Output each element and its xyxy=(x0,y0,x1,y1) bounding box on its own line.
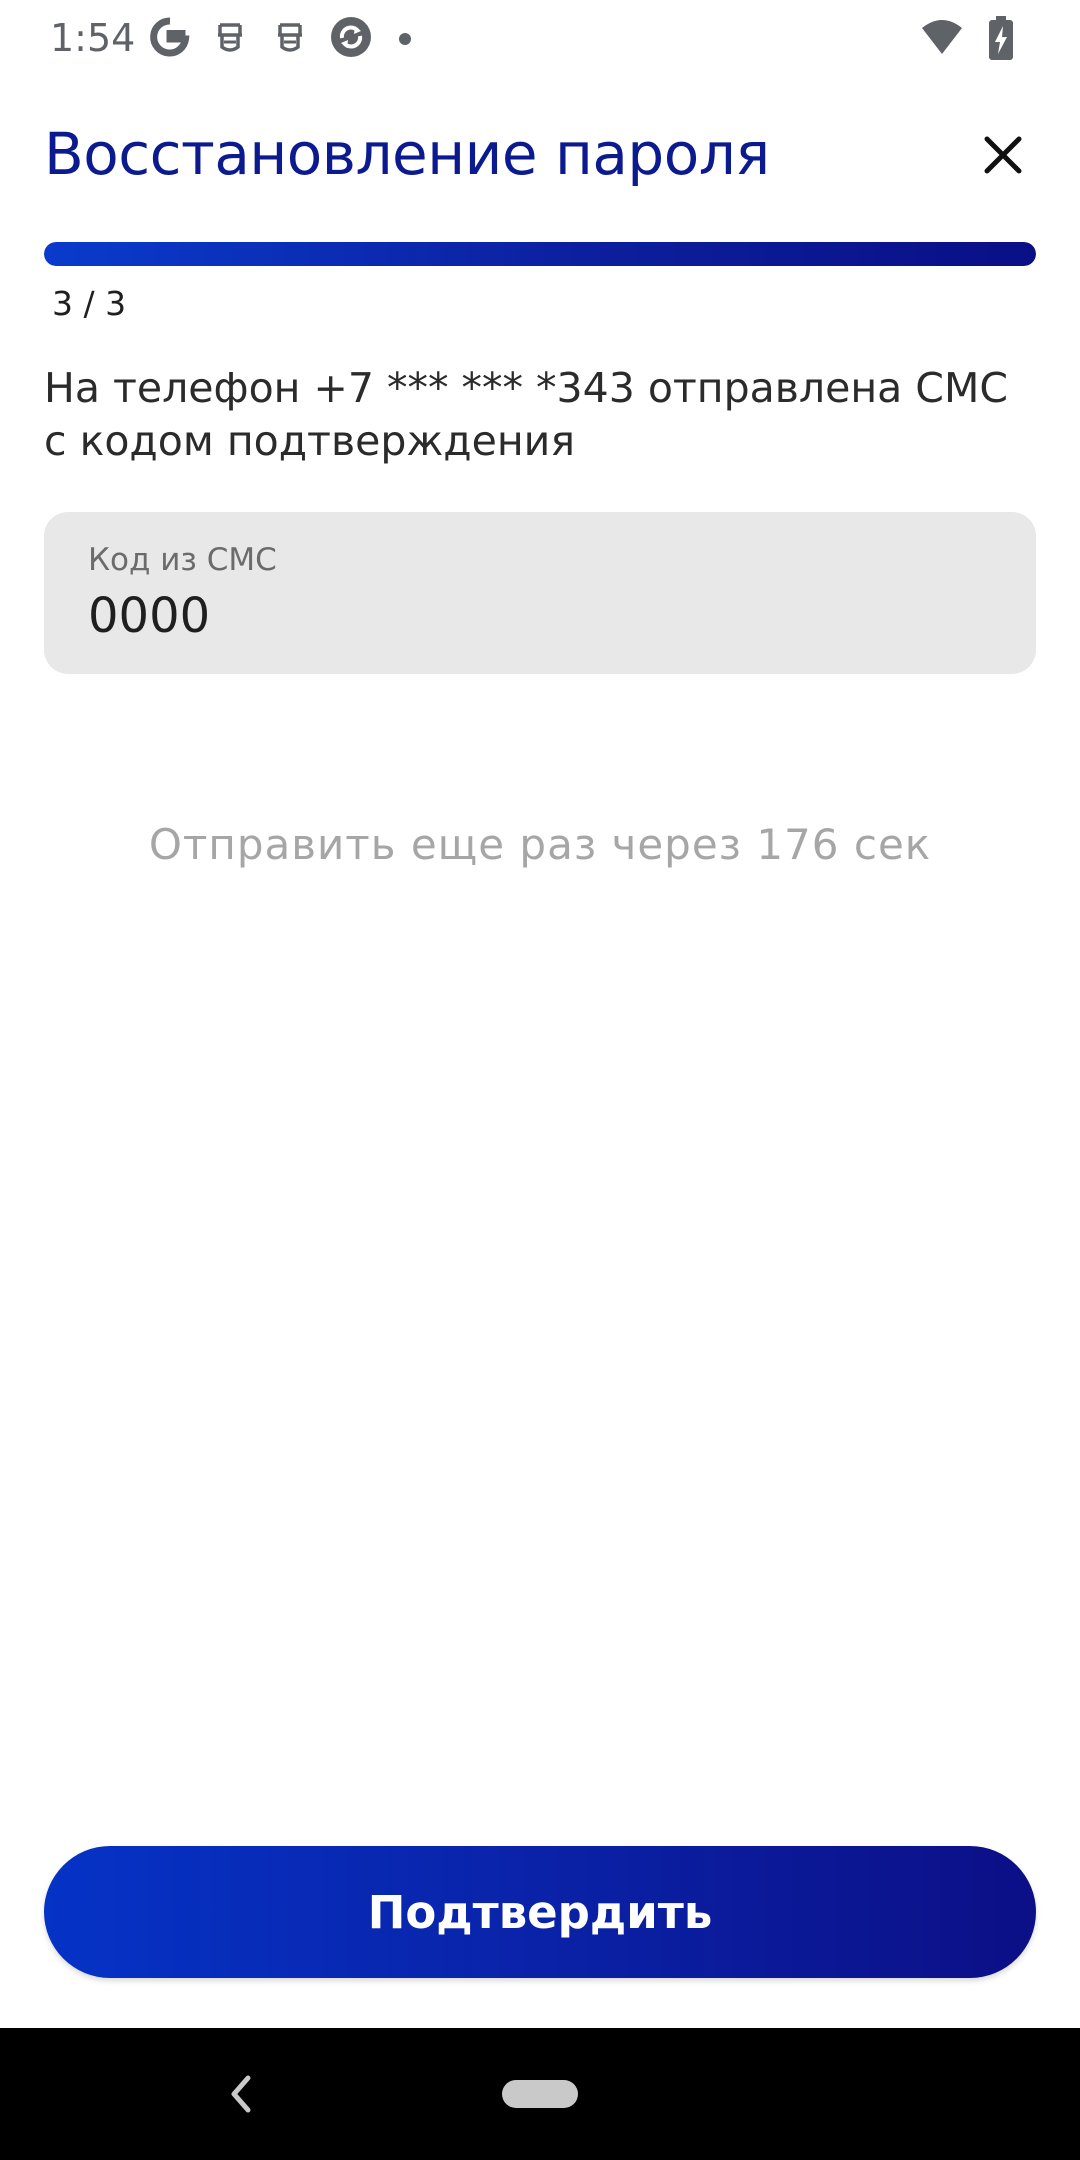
sms-sent-message: На телефон +7 *** *** *343 отправлена СМ… xyxy=(44,364,1008,465)
close-button[interactable] xyxy=(970,122,1036,188)
progress-bar xyxy=(44,242,1036,266)
status-bar: 1:54 xyxy=(0,0,1080,80)
close-icon xyxy=(984,136,1022,174)
notification-app-icon xyxy=(268,15,312,64)
progress-step-counter: 3 / 3 xyxy=(52,284,127,323)
home-pill-icon[interactable] xyxy=(502,2080,578,2108)
progress-bar-fill xyxy=(44,242,1036,266)
battery-charging-icon xyxy=(988,16,1014,65)
page-title: Восстановление пароля xyxy=(44,120,770,188)
resend-timer-text: Отправить еще раз через 176 сек xyxy=(148,820,932,869)
status-time: 1:54 xyxy=(50,16,136,60)
sync-app-icon xyxy=(328,14,374,65)
sms-code-label: Код из СМС xyxy=(88,542,277,578)
confirm-button-label: Подтвердить xyxy=(367,1885,713,1939)
notification-app-icon xyxy=(208,15,252,64)
back-chevron-icon[interactable] xyxy=(220,2068,260,2120)
sms-code-input[interactable] xyxy=(88,588,968,644)
system-navigation-bar xyxy=(0,2028,1080,2160)
confirm-button[interactable]: Подтвердить xyxy=(44,1846,1036,1978)
sms-code-field[interactable]: Код из СМС xyxy=(44,512,1036,674)
wifi-icon xyxy=(920,18,964,63)
password-recovery-screen: 1:54 Восстановление пароля 3 / 3 На теле… xyxy=(0,0,1080,2160)
notification-icons xyxy=(148,14,420,65)
system-status-icons xyxy=(920,16,1014,65)
google-icon xyxy=(148,15,192,64)
more-notifications-dot-icon xyxy=(390,15,420,64)
